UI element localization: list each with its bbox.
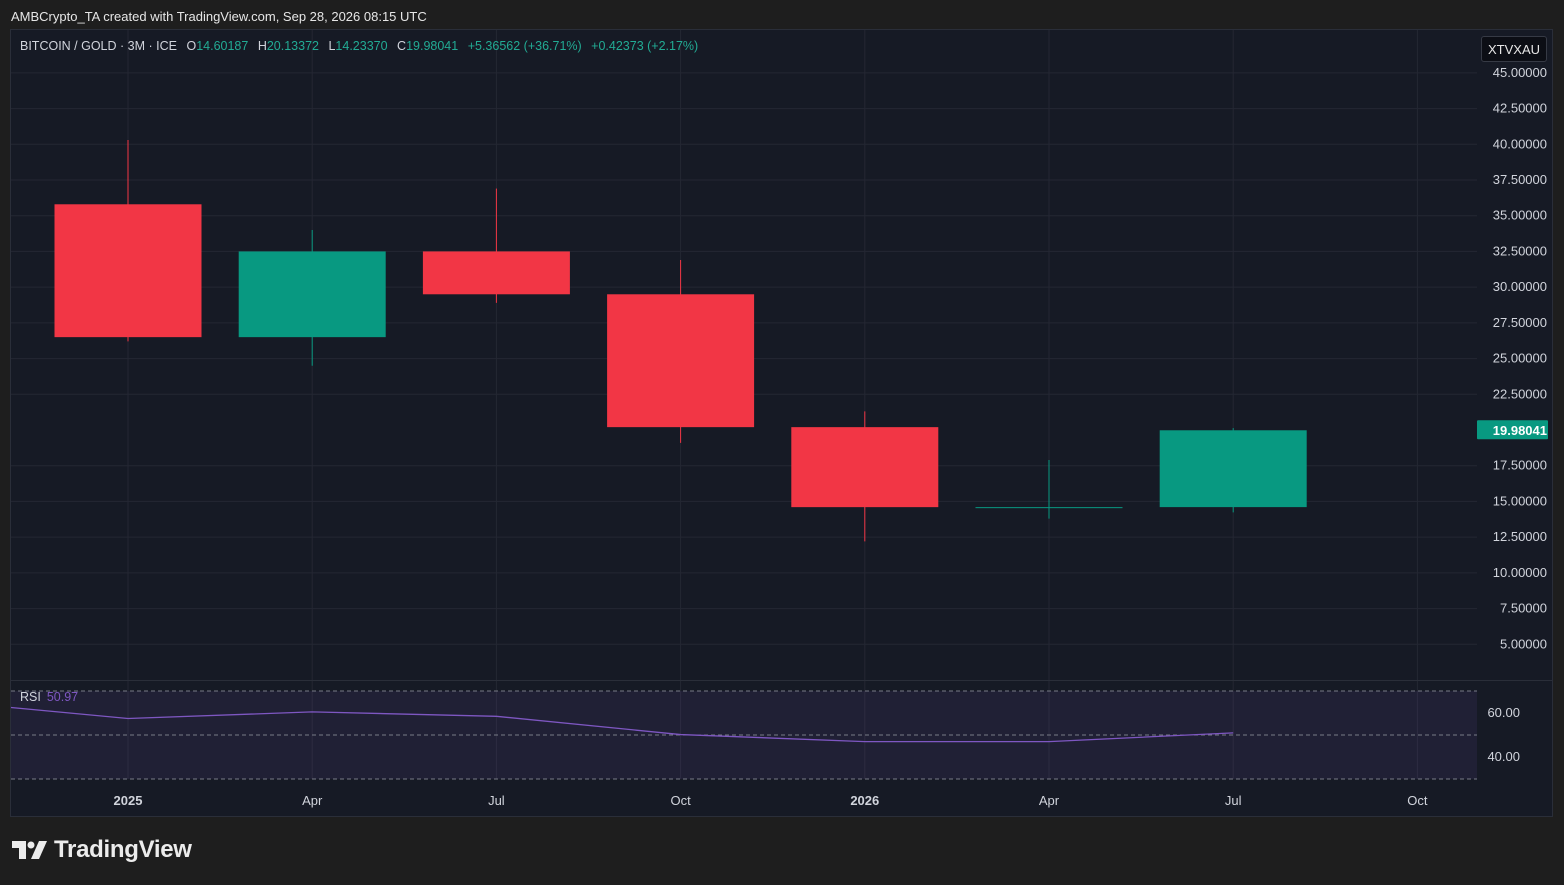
low-value: 14.23370 <box>335 39 388 53</box>
ohlc-legend: BITCOIN / GOLD · 3M · ICE O14.60187 H20.… <box>20 39 698 53</box>
tradingview-logo-text: TradingView <box>54 836 192 863</box>
price-axis-label: 42.50000 <box>1493 101 1547 116</box>
price-axis-label: 30.00000 <box>1493 279 1547 294</box>
last-price-label: 19.98041 <box>1493 423 1547 438</box>
time-axis-label: Oct <box>1407 793 1428 808</box>
rsi-axis-label: 40.00 <box>1487 749 1520 764</box>
open-label: O <box>186 39 197 53</box>
price-axis-label: 35.00000 <box>1493 208 1547 223</box>
rsi-legend: RSI 50.97 <box>20 690 78 704</box>
time-axis-label: 2025 <box>114 793 143 808</box>
chart-svg[interactable]: 45.00000 42.50000 40.00000 37.50000 35.00000… <box>0 0 1564 885</box>
time-axis-label: Apr <box>1039 793 1060 808</box>
close-label: C <box>397 39 407 53</box>
change-value: +5.36562 (+36.71%) <box>467 39 582 53</box>
candle-body <box>422 251 570 295</box>
price-axis-label: 27.50000 <box>1493 315 1547 330</box>
candle-body <box>1159 430 1307 508</box>
price-axis-label: 40.00000 <box>1493 136 1547 151</box>
symbol-badge[interactable]: XTVXAU <box>1481 36 1547 62</box>
open-value: 14.60187 <box>196 39 249 53</box>
change2-value: +0.42373 (+2.17%) <box>591 39 699 53</box>
rsi-label[interactable]: RSI <box>20 690 41 704</box>
price-axis-label: 7.50000 <box>1500 601 1547 616</box>
price-axis-label: 25.00000 <box>1493 351 1547 366</box>
time-axis-label: Jul <box>1225 793 1242 808</box>
price-axis-label: 22.50000 <box>1493 386 1547 401</box>
symbol-title[interactable]: BITCOIN / GOLD · 3M · ICE <box>20 39 177 53</box>
price-axis-label: 37.50000 <box>1493 172 1547 187</box>
price-axis-label: 10.00000 <box>1493 565 1547 580</box>
candle-body <box>607 294 755 428</box>
rsi-axis-label: 60.00 <box>1487 705 1520 720</box>
time-axis-label: Oct <box>670 793 691 808</box>
price-axis-label: 45.00000 <box>1493 65 1547 80</box>
price-axis-label: 32.50000 <box>1493 243 1547 258</box>
time-axis-label: Jul <box>488 793 505 808</box>
candle-body <box>238 251 386 338</box>
close-value: 19.98041 <box>406 39 459 53</box>
high-label: H <box>257 39 267 53</box>
price-axis-label: 17.50000 <box>1493 458 1547 473</box>
rsi-value: 50.97 <box>46 690 79 704</box>
candle-body <box>975 507 1123 509</box>
tradingview-logo-icon <box>12 841 47 859</box>
high-value: 20.13372 <box>266 39 319 53</box>
candle-body <box>54 204 202 338</box>
time-axis-label: 2026 <box>850 793 879 808</box>
candle-body <box>791 427 939 508</box>
price-axis-label: 15.00000 <box>1493 493 1547 508</box>
tradingview-logo[interactable]: TradingView <box>12 836 192 864</box>
time-axis-label: Apr <box>302 793 323 808</box>
price-axis-label: 12.50000 <box>1493 529 1547 544</box>
price-axis-label: 5.00000 <box>1500 636 1547 651</box>
